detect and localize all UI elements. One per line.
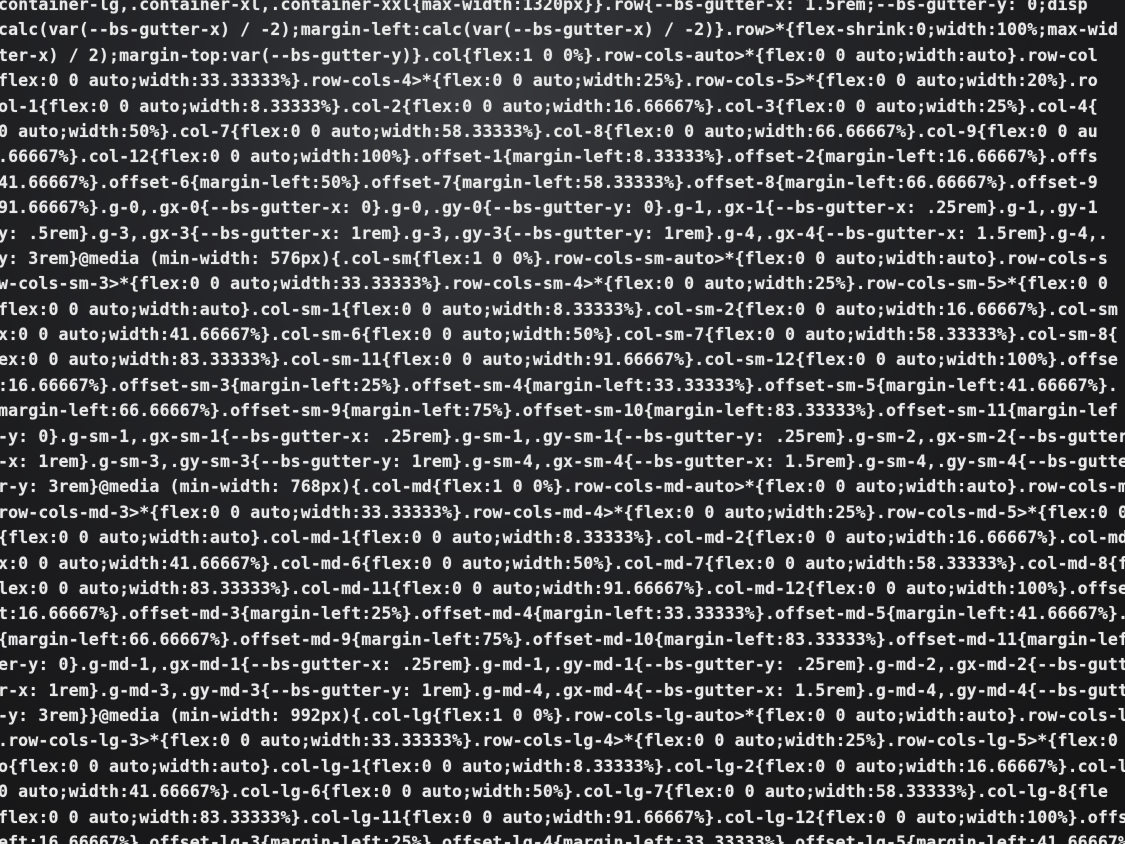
code-line: container-lg,.container-xl,.container-xx… xyxy=(0,0,1088,14)
code-line: {margin-left:66.66667%}.offset-md-9{marg… xyxy=(0,629,1125,649)
code-line: ex:0 0 auto;width:83.33333%}.col-sm-11{f… xyxy=(0,350,1119,370)
code-line: ol-1{flex:0 0 auto;width:8.33333%}.col-2… xyxy=(0,96,1098,116)
monitor-screen: container-lg,.container-xl,.container-xx… xyxy=(0,0,1125,844)
code-line: y: 3rem}@media (min-width: 576px){.col-s… xyxy=(0,248,1108,268)
code-line: r-x: 1rem}.g-md-3,.gy-md-3{--bs-gutter-y… xyxy=(0,680,1125,700)
code-line: r-y: 3rem}@media (min-width: 768px){.col… xyxy=(0,477,1125,497)
code-line: row-cols-md-3>*{flex:0 0 auto;width:33.3… xyxy=(0,502,1125,522)
code-line: .66667%}.col-12{flex:0 0 auto;width:100%… xyxy=(0,147,1098,167)
code-line: 41.66667%}.offset-6{margin-left:50%}.off… xyxy=(0,172,1098,192)
code-line: er-y: 0}.g-md-1,.gx-md-1{--bs-gutter-x: … xyxy=(0,655,1125,675)
code-line: flex:0 0 auto;width:33.33333%}.row-cols-… xyxy=(0,71,1098,91)
code-line: -y: 3rem}}@media (min-width: 992px){.col… xyxy=(0,705,1125,725)
code-line: eft:16.66667%}.offset-lg-3{margin-left:2… xyxy=(0,832,1125,844)
code-line: .row-cols-lg-3>*{flex:0 0 auto;width:33.… xyxy=(0,731,1125,751)
code-line: ter-x) / 2);margin-top:var(--bs-gutter-y… xyxy=(0,45,1098,65)
code-line: 0 auto;width:41.66667%}.col-lg-6{flex:0 … xyxy=(0,782,1108,802)
code-line: flex:0 0 auto;width:auto}.col-sm-1{flex:… xyxy=(0,299,1119,319)
code-line: 0 auto;width:50%}.col-7{flex:0 0 auto;wi… xyxy=(0,121,1098,141)
code-line: o{flex:0 0 auto;width:auto}.col-lg-1{fle… xyxy=(0,756,1125,776)
code-line: :16.66667%}.offset-sm-3{margin-left:25%}… xyxy=(0,375,1119,395)
code-line: -y: 0}.g-sm-1,.gx-sm-1{--bs-gutter-x: .2… xyxy=(0,426,1125,446)
code-line: y: .5rem}.g-3,.gx-3{--bs-gutter-x: 1rem}… xyxy=(0,223,1108,243)
code-line: calc(var(--bs-gutter-x) / -2);margin-lef… xyxy=(0,20,1119,40)
code-line: t:16.66667%}.offset-md-3{margin-left:25%… xyxy=(0,604,1125,624)
code-line: flex:0 0 auto;width:83.33333%}.col-lg-11… xyxy=(0,807,1125,827)
code-line: 91.66667%}.g-0,.gx-0{--bs-gutter-x: 0}.g… xyxy=(0,198,1098,218)
code-line: -x: 1rem}.g-sm-3,.gy-sm-3{--bs-gutter-y:… xyxy=(0,452,1125,472)
code-line: x:0 0 auto;width:41.66667%}.col-md-6{fle… xyxy=(0,553,1125,573)
code-line: margin-left:66.66667%}.offset-sm-9{margi… xyxy=(0,401,1119,421)
code-line: w-cols-sm-3>*{flex:0 0 auto;width:33.333… xyxy=(0,274,1108,294)
code-line: lex:0 0 auto;width:83.33333%}.col-md-11{… xyxy=(0,578,1125,598)
code-line: {flex:0 0 auto;width:auto}.col-md-1{flex… xyxy=(0,528,1125,548)
code-line: x:0 0 auto;width:41.66667%}.col-sm-6{fle… xyxy=(0,325,1119,345)
minified-css-code: container-lg,.container-xl,.container-xx… xyxy=(0,0,1125,844)
